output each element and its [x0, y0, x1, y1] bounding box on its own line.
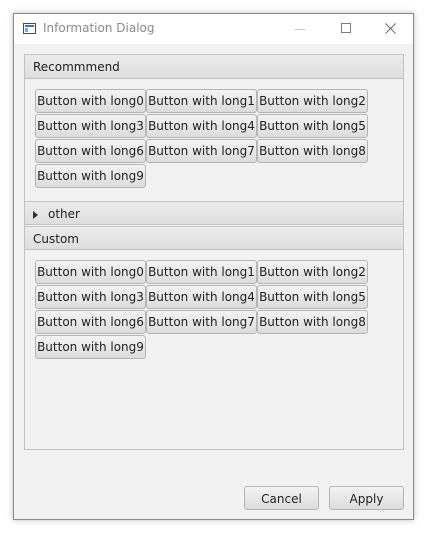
long-button-8[interactable]: Button with long8 [257, 310, 368, 334]
window-title: Information Dialog [43, 21, 155, 35]
pane-header-other[interactable]: other [25, 201, 403, 225]
long-button-0[interactable]: Button with long0 [35, 260, 146, 284]
long-button-6[interactable]: Button with long6 [35, 139, 146, 163]
long-button-5[interactable]: Button with long5 [257, 114, 368, 138]
long-button-2[interactable]: Button with long2 [257, 89, 368, 113]
long-button-7[interactable]: Button with long7 [146, 139, 257, 163]
title-bar[interactable]: Information Dialog [14, 14, 413, 44]
information-dialog: Information Dialog Recommmend Button wit… [13, 13, 414, 520]
long-button-3[interactable]: Button with long3 [35, 114, 146, 138]
pane-title: Recommmend [33, 60, 120, 74]
long-button-1[interactable]: Button with long1 [146, 89, 257, 113]
long-button-8[interactable]: Button with long8 [257, 139, 368, 163]
long-button-9[interactable]: Button with long9 [35, 335, 146, 359]
minimize-icon [295, 29, 305, 30]
maximize-button[interactable] [323, 14, 369, 44]
long-button-7[interactable]: Button with long7 [146, 310, 257, 334]
pane-header-custom[interactable]: Custom [25, 226, 403, 250]
accordion: Recommmend Button with long0 Button with … [24, 54, 404, 450]
long-button-0[interactable]: Button with long0 [35, 89, 146, 113]
pane-header-recommmend[interactable]: Recommmend [25, 55, 403, 79]
pane-title: other [48, 207, 80, 221]
long-button-2[interactable]: Button with long2 [257, 260, 368, 284]
close-button[interactable] [367, 14, 413, 44]
long-button-9[interactable]: Button with long9 [35, 164, 146, 188]
pane-body-recommmend: Button with long0 Button with long1 Button… [25, 79, 403, 200]
long-button-4[interactable]: Button with long4 [146, 285, 257, 309]
long-button-1[interactable]: Button with long1 [146, 260, 257, 284]
long-button-5[interactable]: Button with long5 [257, 285, 368, 309]
cancel-button[interactable]: Cancel [244, 486, 319, 510]
pane-body-custom: Button with long0 Button with long1 Button… [25, 250, 403, 449]
long-button-6[interactable]: Button with long6 [35, 310, 146, 334]
apply-button[interactable]: Apply [329, 486, 404, 510]
app-window-icon [23, 23, 36, 34]
maximize-icon [341, 23, 351, 33]
long-button-4[interactable]: Button with long4 [146, 114, 257, 138]
minimize-button[interactable] [277, 14, 323, 44]
close-icon [385, 23, 396, 34]
expand-arrow-icon [33, 211, 38, 219]
long-button-3[interactable]: Button with long3 [35, 285, 146, 309]
pane-title: Custom [33, 232, 79, 246]
